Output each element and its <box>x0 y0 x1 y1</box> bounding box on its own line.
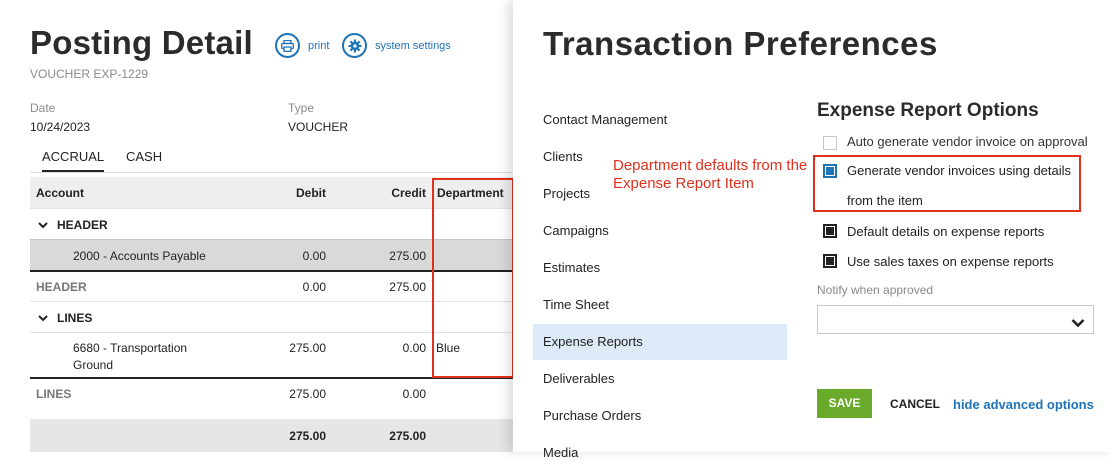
subtotal-label-header: HEADER <box>36 280 87 294</box>
nav-item-campaigns[interactable]: Campaigns <box>533 213 787 249</box>
account-name: 2000 - Accounts Payable <box>73 249 206 263</box>
grand-total-credit: 275.00 <box>389 429 426 443</box>
save-button[interactable]: SAVE <box>817 389 872 418</box>
account-name-line2: Ground <box>73 358 114 372</box>
date-value: 10/24/2023 <box>30 120 91 134</box>
nav-item-contact-management[interactable]: Contact Management <box>533 102 787 138</box>
debit-value: 275.00 <box>289 341 326 355</box>
cancel-button[interactable]: CANCEL <box>890 397 940 411</box>
tab-cash[interactable]: CASH <box>126 149 162 164</box>
print-button[interactable]: print <box>275 33 329 58</box>
option-label: Auto generate vendor invoice on approval <box>847 134 1088 149</box>
transaction-preferences-panel: Transaction Preferences Contact Manageme… <box>513 0 1113 460</box>
section-title: Expense Report Options <box>817 100 1039 121</box>
posting-detail-panel: Posting Detail VOUCHER EXP-1229 print sy… <box>0 0 513 452</box>
chevron-down-icon <box>38 311 48 325</box>
department-highlight-box <box>432 178 513 378</box>
nav-item-estimates[interactable]: Estimates <box>533 250 787 286</box>
option-sales-taxes[interactable]: Use sales taxes on expense reports <box>823 254 1054 269</box>
subtotal-label-lines: LINES <box>36 387 72 401</box>
checkbox-default-details[interactable] <box>823 224 837 238</box>
annotation-line2: Expense Report Item <box>613 175 754 192</box>
subtotal-credit-header: 275.00 <box>389 280 426 294</box>
subtotal-row-lines: LINES 275.00 0.00 <box>30 377 513 410</box>
account-name-line1: 6680 - Transportation <box>73 341 188 355</box>
option-default-details[interactable]: Default details on expense reports <box>823 224 1044 239</box>
column-header-debit: Debit <box>296 186 326 200</box>
chevron-down-icon <box>38 218 48 232</box>
print-icon <box>275 33 300 58</box>
credit-value: 0.00 <box>402 341 426 355</box>
subtotal-debit-header: 0.00 <box>302 280 326 294</box>
type-value: VOUCHER <box>288 120 349 134</box>
debit-value: 0.00 <box>302 249 326 263</box>
notify-label: Notify when approved <box>817 283 934 297</box>
hide-advanced-options-link[interactable]: hide advanced options <box>953 397 1094 412</box>
tab-accrual[interactable]: ACCRUAL <box>42 149 105 172</box>
gear-icon <box>342 33 367 58</box>
column-header-account: Account <box>36 186 84 200</box>
type-label: Type <box>288 101 315 115</box>
tab-divider <box>30 172 513 173</box>
print-label: print <box>308 39 330 52</box>
nav-item-media[interactable]: Media <box>533 435 787 471</box>
checkbox-auto-generate[interactable] <box>823 136 837 150</box>
nav-item-deliverables[interactable]: Deliverables <box>533 361 787 397</box>
nav-item-purchase-orders[interactable]: Purchase Orders <box>533 398 787 434</box>
checkbox-sales-taxes[interactable] <box>823 254 837 268</box>
annotation-text: Department defaults from the Expense Rep… <box>613 157 807 193</box>
system-settings-button[interactable]: system settings <box>342 33 451 58</box>
column-header-credit: Credit <box>391 186 426 200</box>
subtotal-debit-lines: 275.00 <box>289 387 326 401</box>
annotation-line1: Department defaults from the <box>613 157 808 174</box>
subtotal-credit-lines: 0.00 <box>402 387 426 401</box>
panel-title: Transaction Preferences <box>543 25 938 62</box>
voucher-subtitle: VOUCHER EXP-1229 <box>30 67 149 81</box>
group-label-header: HEADER <box>57 218 108 232</box>
option-label: Default details on expense reports <box>847 224 1045 239</box>
option-highlight-box <box>813 155 1081 212</box>
option-label: Use sales taxes on expense reports <box>847 254 1054 269</box>
group-label-lines: LINES <box>57 311 93 325</box>
grand-total-row: 275.00 275.00 <box>30 419 513 452</box>
chevron-down-icon <box>1071 315 1085 333</box>
system-settings-label: system settings <box>375 39 451 52</box>
date-label: Date <box>30 101 56 115</box>
page-title: Posting Detail <box>30 24 253 61</box>
option-auto-generate[interactable]: Auto generate vendor invoice on approval <box>823 134 1088 150</box>
nav-item-time-sheet[interactable]: Time Sheet <box>533 287 787 323</box>
nav-item-expense-reports[interactable]: Expense Reports <box>533 324 787 360</box>
notify-select[interactable] <box>817 305 1094 334</box>
credit-value: 275.00 <box>389 249 426 263</box>
grand-total-debit: 275.00 <box>289 429 326 443</box>
